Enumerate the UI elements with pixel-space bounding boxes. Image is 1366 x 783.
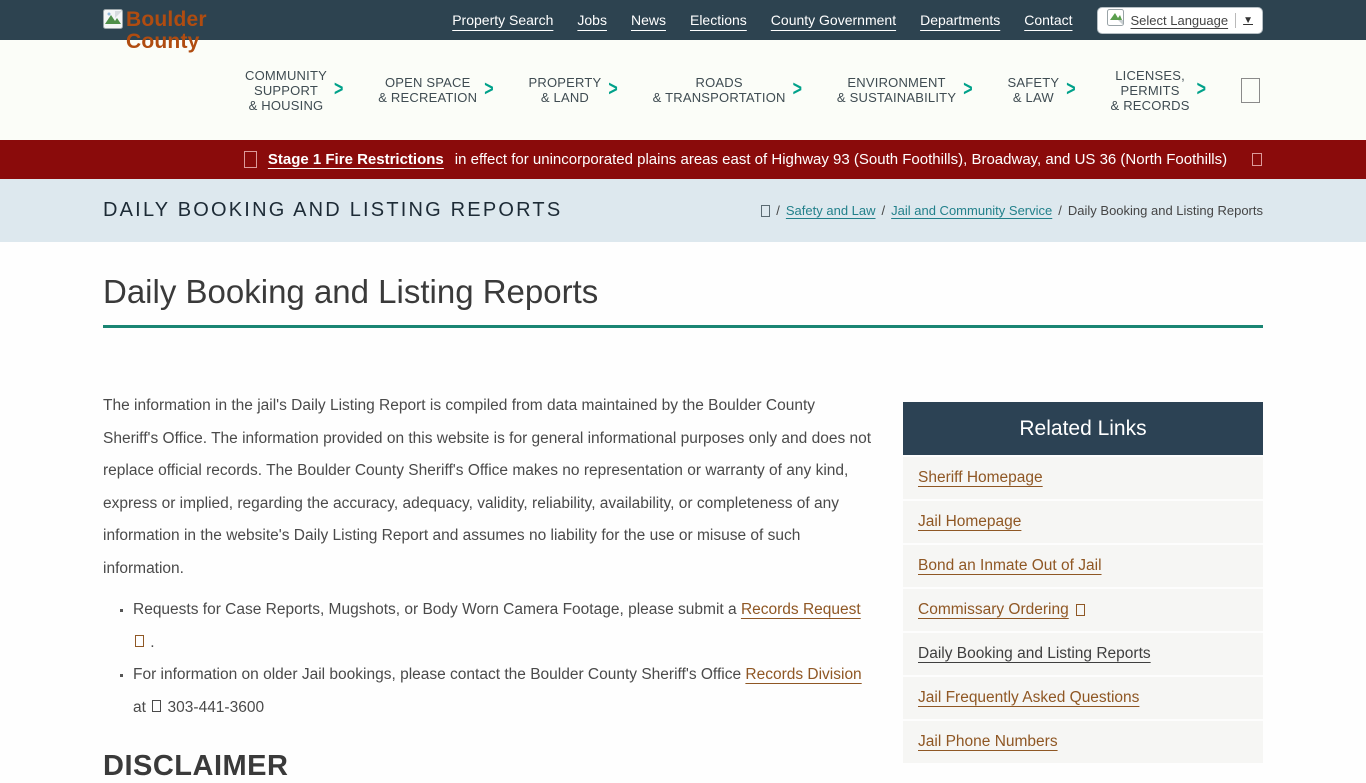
language-selector[interactable]: Select Language ▼ (1097, 7, 1264, 34)
info-list: Requests for Case Reports, Mugshots, or … (103, 594, 873, 724)
sidebar-link-commissary-ordering[interactable]: Commissary Ordering (918, 601, 1069, 619)
nav-environment-sustainability[interactable]: ENVIRONMENT & SUSTAINABILITY > (837, 75, 973, 105)
sidebar-link-jail-faq[interactable]: Jail Frequently Asked Questions (918, 689, 1139, 707)
top-link-county-government[interactable]: County Government (771, 12, 896, 28)
top-link-contact[interactable]: Contact (1024, 12, 1072, 28)
chevron-down-icon[interactable]: ▼ (1243, 15, 1253, 26)
sidebar-link-jail-phone-numbers[interactable]: Jail Phone Numbers (918, 733, 1058, 751)
chevron-right-icon: > (963, 78, 972, 102)
nav-item-label: LICENSES, PERMITS & RECORDS (1111, 68, 1190, 113)
breadcrumb-safety-and-law[interactable]: Safety and Law (786, 203, 876, 218)
page-title: DAILY BOOKING AND LISTING REPORTS (103, 199, 562, 222)
list-item: Bond an Inmate Out of Jail (903, 543, 1263, 587)
nav-item-label: ENVIRONMENT & SUSTAINABILITY (837, 75, 956, 105)
breadcrumb-current: Daily Booking and Listing Reports (1068, 203, 1263, 218)
disclaimer-heading: DISCLAIMER (103, 750, 873, 783)
home-icon[interactable] (761, 205, 770, 217)
chevron-right-icon: > (334, 78, 343, 102)
top-link-jobs[interactable]: Jobs (577, 12, 607, 28)
list-item-text: . (146, 634, 155, 651)
top-link-departments[interactable]: Departments (920, 12, 1000, 28)
external-link-icon (135, 635, 144, 647)
list-item-text: at (133, 699, 150, 716)
nav-roads-transportation[interactable]: ROADS & TRANSPORTATION > (653, 75, 802, 105)
list-item: Commissary Ordering (903, 587, 1263, 631)
records-request-link[interactable]: Records Request (741, 601, 861, 618)
broken-image-icon (103, 9, 123, 34)
nav-safety-law[interactable]: SAFETY & LAW > (1007, 75, 1075, 105)
translate-icon (1107, 9, 1124, 31)
breadcrumb-separator: / (1058, 203, 1062, 218)
logo-text: Boulder County (126, 9, 207, 53)
chevron-right-icon: > (1197, 78, 1206, 102)
top-link-elections[interactable]: Elections (690, 12, 747, 28)
article-body: The information in the jail's Daily List… (103, 390, 873, 783)
alert-banner: Stage 1 Fire Restrictions in effect for … (0, 140, 1366, 179)
main-heading: Daily Booking and Listing Reports (103, 273, 1263, 328)
records-division-link[interactable]: Records Division (745, 666, 861, 683)
sidebar-link-sheriff-homepage[interactable]: Sheriff Homepage (918, 469, 1043, 487)
related-links-title: Related Links (903, 402, 1263, 455)
phone-icon (152, 700, 161, 712)
chevron-right-icon: > (484, 78, 493, 102)
chevron-right-icon: > (1066, 78, 1075, 102)
list-item: Jail Homepage (903, 499, 1263, 543)
fire-icon (244, 151, 257, 168)
utility-links: Property Search Jobs News Elections Coun… (452, 12, 1072, 28)
external-link-icon (1076, 604, 1085, 616)
list-item: Daily Booking and Listing Reports (903, 631, 1263, 675)
list-item: Jail Phone Numbers (903, 719, 1263, 763)
nav-item-label: COMMUNITY SUPPORT & HOUSING (245, 68, 327, 113)
divider (1235, 13, 1236, 28)
chevron-right-icon: > (793, 78, 802, 102)
page-title-band: DAILY BOOKING AND LISTING REPORTS / Safe… (0, 179, 1366, 242)
breadcrumb-separator: / (776, 203, 780, 218)
nav-item-label: SAFETY & LAW (1007, 75, 1059, 105)
nav-open-space-recreation[interactable]: OPEN SPACE & RECREATION > (378, 75, 493, 105)
breadcrumb: / Safety and Law / Jail and Community Se… (761, 203, 1263, 218)
sidebar-link-bond-inmate[interactable]: Bond an Inmate Out of Jail (918, 557, 1102, 575)
breadcrumb-jail-community-service[interactable]: Jail and Community Service (891, 203, 1052, 218)
search-icon[interactable] (1241, 78, 1260, 103)
sidebar-link-jail-homepage[interactable]: Jail Homepage (918, 513, 1021, 531)
top-link-news[interactable]: News (631, 12, 666, 28)
sidebar-link-daily-booking-reports[interactable]: Daily Booking and Listing Reports (918, 645, 1151, 663)
language-selector-label: Select Language (1131, 13, 1229, 28)
list-item-text: For information on older Jail bookings, … (133, 666, 745, 683)
phone-number: 303-441-3600 (168, 699, 265, 716)
chevron-right-icon: > (608, 78, 617, 102)
close-icon[interactable] (1252, 153, 1262, 166)
boulder-county-logo[interactable]: Boulder County (103, 9, 207, 53)
fire-restrictions-link[interactable]: Stage 1 Fire Restrictions (268, 151, 444, 168)
nav-property-land[interactable]: PROPERTY & LAND > (528, 75, 617, 105)
nav-item-label: ROADS & TRANSPORTATION (653, 75, 786, 105)
nav-item-label: OPEN SPACE & RECREATION (378, 75, 477, 105)
intro-paragraph: The information in the jail's Daily List… (103, 390, 873, 585)
list-item: For information on older Jail bookings, … (133, 659, 873, 724)
nav-item-label: PROPERTY & LAND (528, 75, 601, 105)
nav-community-support-housing[interactable]: COMMUNITY SUPPORT & HOUSING > (245, 68, 343, 113)
breadcrumb-separator: / (882, 203, 886, 218)
list-item-text: Requests for Case Reports, Mugshots, or … (133, 601, 741, 618)
top-link-property-search[interactable]: Property Search (452, 12, 553, 28)
nav-licenses-permits-records[interactable]: LICENSES, PERMITS & RECORDS > (1111, 68, 1206, 113)
primary-nav: COMMUNITY SUPPORT & HOUSING > OPEN SPACE… (0, 40, 1366, 140)
list-item: Jail Frequently Asked Questions (903, 675, 1263, 719)
list-item: Requests for Case Reports, Mugshots, or … (133, 594, 873, 659)
related-links-panel: Related Links Sheriff Homepage Jail Home… (903, 402, 1263, 783)
content-area: Daily Booking and Listing Reports The in… (103, 242, 1263, 783)
alert-message: in effect for unincorporated plains area… (455, 151, 1227, 168)
list-item: Sheriff Homepage (903, 455, 1263, 499)
